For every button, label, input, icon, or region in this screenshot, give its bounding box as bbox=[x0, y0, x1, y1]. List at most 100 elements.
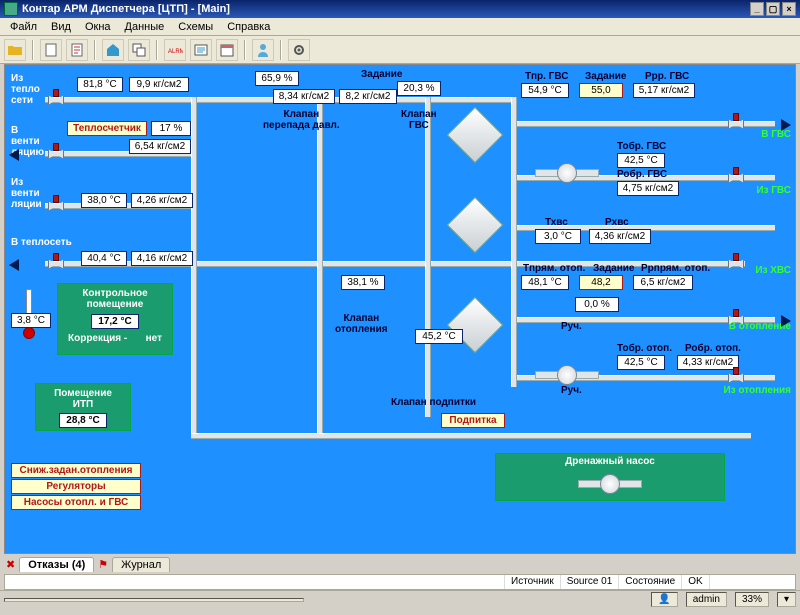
pump-icon bbox=[535, 161, 599, 185]
lbl-itp: Помещение ИТП bbox=[40, 388, 126, 410]
open-icon[interactable] bbox=[4, 39, 26, 61]
val-ppr-ot: 6,5 кг/см2 bbox=[633, 275, 693, 290]
val-kl-gvs: 20,3 % bbox=[397, 81, 441, 96]
arrow-left-icon bbox=[9, 259, 19, 271]
close-button[interactable]: × bbox=[782, 2, 796, 16]
lbl-kl-perep: Клапан перепада давл. bbox=[263, 109, 340, 131]
cascade-icon[interactable] bbox=[128, 39, 150, 61]
lbl-iz-teplo-seti: Из тепло сети bbox=[11, 73, 40, 106]
lbl-zad3: Задание bbox=[593, 263, 634, 274]
valve-icon bbox=[725, 113, 745, 133]
val-thermo: 3,8 °C bbox=[11, 313, 51, 328]
valve-icon bbox=[45, 89, 65, 109]
val-kl-perep: 65,9 % bbox=[255, 71, 299, 86]
lbl-tobr-gvs: Тобр. ГВС bbox=[617, 141, 666, 152]
pump-icon bbox=[578, 472, 642, 496]
lbl-iz-venti: Из венти ляции bbox=[11, 177, 42, 210]
bottom-panel: ✖ Отказы (4) ⚑ Журнал Источник Source 01… bbox=[0, 554, 800, 609]
arrow-right-icon bbox=[781, 315, 791, 327]
valve-icon bbox=[725, 367, 745, 387]
lbl-iz-xvs: Из ХВС bbox=[755, 265, 791, 276]
btn-sn-zad[interactable]: Сниж.задан.отопления bbox=[11, 463, 141, 478]
lbl-tpr-gvs: Тпр. ГВС bbox=[525, 71, 568, 82]
menubar: Файл Вид Окна Данные Схемы Справка bbox=[0, 18, 800, 36]
val-gvs-z[interactable]: 55,0 bbox=[579, 83, 623, 98]
lbl-net: нет bbox=[146, 333, 162, 344]
menu-windows[interactable]: Окна bbox=[79, 20, 117, 34]
val-pct17: 17 % bbox=[151, 121, 191, 136]
val-tpr-ot: 48,1 °C bbox=[521, 275, 569, 290]
tab-otkazy[interactable]: Отказы (4) bbox=[19, 557, 94, 572]
status-pct: 33% bbox=[735, 592, 769, 607]
log-src-v: Source 01 bbox=[561, 575, 620, 589]
scada-mimic: Из тепло сети В венти ляцию Из венти ляц… bbox=[4, 64, 796, 554]
max-button[interactable]: ▢ bbox=[766, 2, 780, 16]
val-t-vent: 38,0 °C bbox=[81, 193, 127, 208]
lbl-iz-gvs: Из ГВС bbox=[756, 185, 791, 196]
lbl-kl-gvs: Клапан ГВС bbox=[401, 109, 437, 131]
val-p-vent: 6,54 кг/см2 bbox=[129, 139, 191, 154]
valve-icon bbox=[45, 143, 65, 163]
heat-exchanger-icon bbox=[447, 197, 504, 254]
val-gvs-p: 5,17 кг/см2 bbox=[633, 83, 695, 98]
status-user-icon: 👤 bbox=[651, 592, 677, 607]
panel-drain: Дренажный насос bbox=[495, 453, 725, 501]
lbl-ppr-ot: Ррпрям. отоп. bbox=[641, 263, 710, 274]
home-icon[interactable] bbox=[102, 39, 124, 61]
tab-journal[interactable]: Журнал bbox=[112, 557, 170, 572]
arrow-right-icon bbox=[781, 119, 791, 131]
btn-podpitka[interactable]: Подпитка bbox=[441, 413, 505, 428]
valve-icon bbox=[45, 195, 65, 215]
lbl-pobr-gvs: Робр. ГВС bbox=[617, 169, 667, 180]
btn-regulators[interactable]: Регуляторы bbox=[11, 479, 141, 494]
svg-text:ALRM: ALRM bbox=[168, 49, 183, 55]
val-kl-otop: 38,1 % bbox=[341, 275, 385, 290]
val-gvs-t: 54,9 °C bbox=[521, 83, 569, 98]
new-icon[interactable] bbox=[40, 39, 62, 61]
lbl-txvs: Тхвс bbox=[545, 217, 568, 228]
lbl-ppr-gvs: Ррр. ГВС bbox=[645, 71, 689, 82]
lbl-pobr-ot: Робр. отоп. bbox=[685, 343, 741, 354]
btn-nasosy[interactable]: Насосы отопл. и ГВС bbox=[11, 495, 141, 510]
lbl-kl-otop: Клапан отопления bbox=[335, 313, 388, 335]
alarm-icon[interactable]: ALRM bbox=[164, 39, 186, 61]
lbl-pxvs: Рхвс bbox=[605, 217, 629, 228]
lbl-zad2: Задание bbox=[585, 71, 626, 82]
val-kontr-t: 17,2 °C bbox=[91, 314, 139, 329]
arrow-left-icon bbox=[9, 149, 19, 161]
menu-file[interactable]: Файл bbox=[4, 20, 43, 34]
val-txvs: 3,0 °C bbox=[535, 229, 581, 244]
status-admin: admin bbox=[686, 592, 727, 607]
log-st-v: OK bbox=[682, 575, 709, 589]
lbl-ruch2: Руч. bbox=[561, 385, 582, 396]
log-tabs: ✖ Отказы (4) ⚑ Журнал bbox=[0, 554, 800, 574]
val-p1: 9,9 кг/см2 bbox=[129, 77, 189, 92]
min-button[interactable]: _ bbox=[750, 2, 764, 16]
heat-exchanger-icon bbox=[447, 297, 504, 354]
user-icon[interactable] bbox=[252, 39, 274, 61]
lbl-tobr-ot: Тобр. отоп. bbox=[617, 343, 672, 354]
val-pobr-gvs: 4,75 кг/см2 bbox=[617, 181, 679, 196]
titlebar: Контар АРМ Диспетчера [ЦТП] - [Main] _ ▢… bbox=[0, 0, 800, 18]
menu-schemes[interactable]: Схемы bbox=[172, 20, 219, 34]
gear-icon[interactable] bbox=[288, 39, 310, 61]
btn-teploschetchik[interactable]: Теплосчетчик bbox=[67, 121, 147, 136]
valve-icon bbox=[725, 309, 745, 329]
menu-data[interactable]: Данные bbox=[119, 20, 171, 34]
val-t-mid: 45,2 °C bbox=[415, 329, 463, 344]
val-zad-ot[interactable]: 48,2 bbox=[579, 275, 623, 290]
log-icon[interactable] bbox=[190, 39, 212, 61]
menu-view[interactable]: Вид bbox=[45, 20, 77, 34]
val-zero: 0,0 % bbox=[575, 297, 619, 312]
panel-kontr-room: Контрольное помещение 17,2 °C Коррекция … bbox=[57, 283, 173, 355]
heat-exchanger-icon bbox=[447, 107, 504, 164]
report-icon[interactable] bbox=[66, 39, 88, 61]
val-pxvs: 4,36 кг/см2 bbox=[589, 229, 651, 244]
val-p-ts: 4,16 кг/см2 bbox=[131, 251, 193, 266]
menu-help[interactable]: Справка bbox=[221, 20, 276, 34]
lbl-ruch1: Руч. bbox=[561, 321, 582, 332]
calendar-icon[interactable] bbox=[216, 39, 238, 61]
lbl-korrek: Коррекция - bbox=[68, 333, 127, 344]
toolbar: ALRM bbox=[0, 36, 800, 64]
lbl-tpr-ot: Тпрям. отоп. bbox=[523, 263, 585, 274]
